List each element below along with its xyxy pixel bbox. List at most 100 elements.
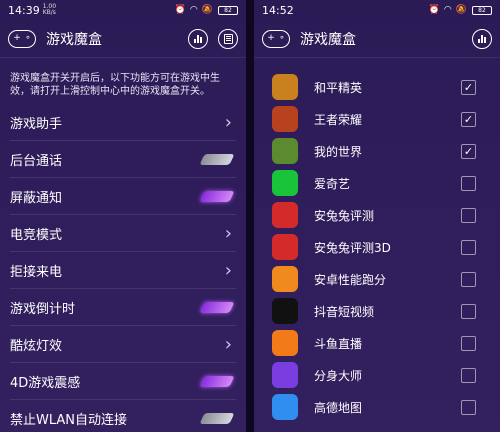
setting-row[interactable]: 游戏倒计时 xyxy=(10,289,236,326)
toggle-switch[interactable] xyxy=(199,375,235,387)
setting-label: 禁止WLAN自动连接 xyxy=(10,412,128,428)
setting-row[interactable]: 后台通话 xyxy=(10,141,236,178)
bar-chart-icon xyxy=(194,34,202,43)
app-checkbox[interactable]: ✓ xyxy=(461,111,476,127)
status-bar: 14:52 ⏰ ◠ 🔕 82 xyxy=(254,0,500,20)
setting-label: 游戏倒计时 xyxy=(10,301,76,317)
app-checkbox[interactable]: ✓ xyxy=(461,143,476,159)
app-row[interactable]: 安兔兔评测3D xyxy=(254,231,500,263)
gamepad-icon: + ∘ xyxy=(262,29,290,48)
app-row[interactable]: 安兔兔评测 xyxy=(254,199,500,231)
app-row[interactable]: 爱奇艺 xyxy=(254,167,500,199)
app-checkbox[interactable] xyxy=(461,367,476,383)
silent-icon: 🔕 xyxy=(201,5,213,15)
setting-label: 酷炫灯效 xyxy=(10,338,63,354)
chevron-right-icon: › xyxy=(224,222,232,244)
app-checkbox[interactable] xyxy=(461,271,476,287)
silent-icon: 🔕 xyxy=(455,5,467,15)
peace-elite-icon xyxy=(272,74,298,100)
app-row[interactable]: 我的世界 ✓ xyxy=(254,135,500,167)
app-name: 王者荣耀 xyxy=(314,112,363,127)
performance-button[interactable] xyxy=(188,28,208,49)
app-name: 安卓性能跑分 xyxy=(314,272,387,287)
performance-button[interactable] xyxy=(472,28,492,49)
app-name: 分身大师 xyxy=(314,368,363,383)
chevron-right-icon: › xyxy=(224,259,232,281)
setting-label: 电竞模式 xyxy=(10,227,63,243)
app-checkbox[interactable] xyxy=(461,175,476,191)
settings-list: 游戏助手 › 后台通话屏蔽通知电竞模式 › 拒接来电 › 游戏倒计时酷炫灯效 › 4D游戏震感禁… xyxy=(0,104,246,432)
status-time: 14:39 xyxy=(8,3,40,17)
bar-chart-icon xyxy=(478,34,486,43)
toggle-switch[interactable] xyxy=(199,412,235,424)
app-checkbox[interactable] xyxy=(461,335,476,351)
app-name: 安兔兔评测 xyxy=(314,208,375,223)
battery-indicator: 82 xyxy=(472,5,492,15)
header: + ∘ 游戏魔盒 xyxy=(254,20,500,58)
setting-row[interactable]: 酷炫灯效 › xyxy=(10,326,236,363)
app-row[interactable]: 高德地图 xyxy=(254,391,500,423)
setting-row[interactable]: 游戏助手 › xyxy=(10,104,236,141)
page-title: 游戏魔盒 xyxy=(46,31,102,48)
app-selection-screen: 14:52 ⏰ ◠ 🔕 82 + ∘ 游戏魔盒 和平精英 ✓ 王者荣耀 ✓ 我的世界 ✓ 爱奇… xyxy=(254,0,500,432)
setting-label: 游戏助手 xyxy=(10,116,63,132)
setting-label: 屏蔽通知 xyxy=(10,190,63,206)
setting-label: 拒接来电 xyxy=(10,264,63,280)
chevron-right-icon: › xyxy=(224,111,232,133)
douyin-icon xyxy=(272,298,298,324)
app-row[interactable]: 王者荣耀 ✓ xyxy=(254,103,500,135)
alarm-icon: ⏰ xyxy=(428,5,440,15)
page-title: 游戏魔盒 xyxy=(300,31,356,48)
toggle-switch[interactable] xyxy=(199,301,235,313)
app-name: 高德地图 xyxy=(314,400,363,415)
app-list: 和平精英 ✓ 王者荣耀 ✓ 我的世界 ✓ 爱奇艺安兔兔评测安兔兔评测3D 安卓性能跑分 抖音短视… xyxy=(254,58,500,423)
minecraft-icon xyxy=(272,138,298,164)
notes-button[interactable] xyxy=(218,28,238,49)
app-row[interactable]: 和平精英 ✓ xyxy=(254,71,500,103)
antutu-3d-icon xyxy=(272,234,298,260)
wifi-icon: ◠ xyxy=(443,5,452,15)
app-name: 安兔兔评测3D xyxy=(314,240,391,255)
app-checkbox[interactable] xyxy=(461,239,476,255)
header: + ∘ 游戏魔盒 xyxy=(0,20,246,58)
setting-row[interactable]: 4D游戏震感 xyxy=(10,363,236,400)
chevron-right-icon: › xyxy=(224,333,232,355)
checkmark-icon: ✓ xyxy=(463,80,474,94)
settings-screen: 14:39 1.00 KB/s ⏰ ◠ 🔕 82 + ∘ 游戏魔盒 游戏魔盒开关开… xyxy=(0,0,246,432)
app-checkbox[interactable] xyxy=(461,303,476,319)
document-icon xyxy=(223,33,233,44)
status-bar: 14:39 1.00 KB/s ⏰ ◠ 🔕 82 xyxy=(0,0,246,20)
iqiyi-icon xyxy=(272,170,298,196)
app-name: 抖音短视频 xyxy=(314,304,375,319)
status-time: 14:52 xyxy=(262,3,294,17)
app-row[interactable]: 斗鱼直播 xyxy=(254,327,500,359)
app-name: 和平精英 xyxy=(314,80,363,95)
checkmark-icon: ✓ xyxy=(463,144,474,158)
alarm-icon: ⏰ xyxy=(174,5,186,15)
setting-label: 后台通话 xyxy=(10,153,63,169)
app-row[interactable]: 抖音短视频 xyxy=(254,295,500,327)
amap-icon xyxy=(272,394,298,420)
app-name: 斗鱼直播 xyxy=(314,336,363,351)
clone-master-icon xyxy=(272,362,298,388)
benchmark-icon xyxy=(272,266,298,292)
app-row[interactable]: 分身大师 xyxy=(254,359,500,391)
app-row[interactable]: 安卓性能跑分 xyxy=(254,263,500,295)
battery-indicator: 82 xyxy=(218,5,238,15)
app-checkbox[interactable]: ✓ xyxy=(461,79,476,95)
setting-row[interactable]: 拒接来电 › xyxy=(10,252,236,289)
app-name: 我的世界 xyxy=(314,144,363,159)
setting-row[interactable]: 禁止WLAN自动连接 xyxy=(10,400,236,432)
toggle-switch[interactable] xyxy=(199,153,235,165)
toggle-switch[interactable] xyxy=(199,190,235,202)
net-speed-unit: KB/s xyxy=(42,9,56,16)
setting-row[interactable]: 电竞模式 › xyxy=(10,215,236,252)
gamepad-icon: + ∘ xyxy=(8,29,36,48)
setting-label: 4D游戏震感 xyxy=(10,375,81,391)
app-name: 爱奇艺 xyxy=(314,176,351,191)
wifi-icon: ◠ xyxy=(189,5,198,15)
checkmark-icon: ✓ xyxy=(463,112,474,126)
app-checkbox[interactable] xyxy=(461,399,476,415)
setting-row[interactable]: 屏蔽通知 xyxy=(10,178,236,215)
app-checkbox[interactable] xyxy=(461,207,476,223)
